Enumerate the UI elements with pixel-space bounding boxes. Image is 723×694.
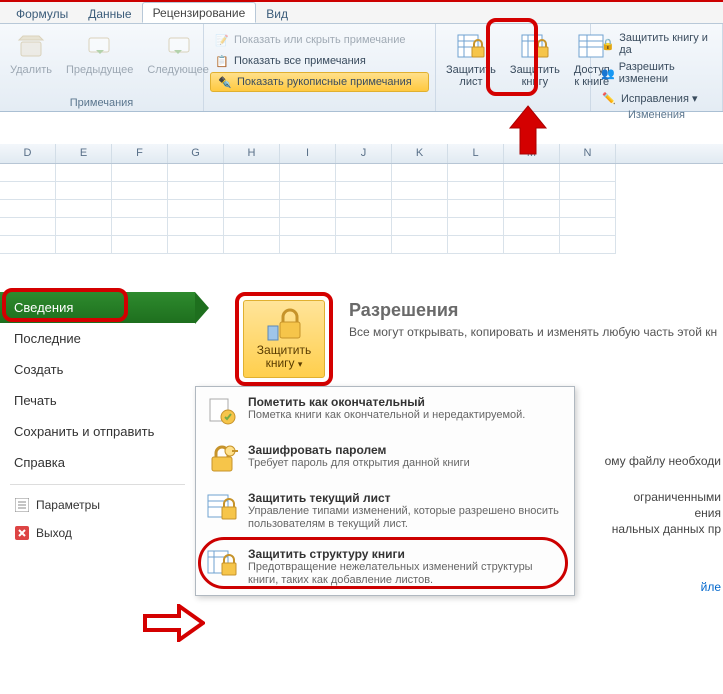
show-all-notes-button[interactable]: 📋 Показать все примечания — [210, 51, 429, 71]
spreadsheet-grid[interactable] — [0, 164, 723, 254]
column-headers: D E F G H I J K L M N — [0, 144, 723, 164]
protect-sheet-icon — [455, 30, 487, 62]
backstage-tab-recent[interactable]: Последние — [0, 323, 195, 354]
col-header[interactable]: D — [0, 144, 56, 163]
tab-formulas[interactable]: Формулы — [6, 4, 78, 23]
tab-review[interactable]: Рецензирование — [142, 2, 257, 23]
col-header[interactable]: K — [392, 144, 448, 163]
tab-data[interactable]: Данные — [78, 4, 141, 23]
callout-arrow-right — [143, 604, 205, 642]
show-ink-notes-button[interactable]: ✒️ Показать рукописные примечания — [210, 72, 429, 92]
side-text-3: ения — [694, 506, 721, 520]
note-icon: 📝 — [214, 32, 230, 48]
prev-comment-button[interactable]: Предыдущее — [62, 28, 137, 78]
show-hide-note-button[interactable]: 📝 Показать или скрыть примечание — [210, 30, 429, 50]
backstage-tab-help[interactable]: Справка — [0, 447, 195, 478]
backstage-exit-button[interactable]: Выход — [0, 519, 195, 547]
group-label-notes: Примечания — [6, 96, 197, 111]
side-text-4: нальных данных пр — [612, 522, 721, 536]
allow-edit-button[interactable]: 👥 Разрешить изменени — [597, 59, 716, 87]
delete-comment-button[interactable]: Удалить — [6, 28, 56, 78]
track-changes-button[interactable]: ✏️ Исправления ▾ — [597, 88, 716, 108]
protect-share-icon: 🔒 — [601, 36, 615, 52]
options-icon — [14, 497, 30, 513]
encrypt-icon — [206, 443, 238, 475]
backstage-tab-save-send[interactable]: Сохранить и отправить — [0, 416, 195, 447]
permissions-desc: Все могут открывать, копировать и изменя… — [349, 325, 717, 339]
delete-icon — [15, 30, 47, 62]
notes-icon: 📋 — [214, 53, 230, 69]
col-header[interactable]: H — [224, 144, 280, 163]
ribbon: Удалить Предыдущее Следующее Примечания … — [0, 24, 723, 112]
callout-protect-book — [486, 18, 538, 96]
callout-protect-dropdown — [235, 292, 333, 386]
backstage: Сведения Последние Создать Печать Сохран… — [0, 292, 723, 694]
col-header[interactable]: G — [168, 144, 224, 163]
ink-icon: ✒️ — [217, 74, 233, 90]
callout-protect-structure — [198, 537, 568, 589]
col-header[interactable]: J — [336, 144, 392, 163]
track-changes-icon: ✏️ — [601, 90, 617, 106]
protect-menu: Пометить как окончательный Пометка книги… — [195, 386, 575, 596]
permissions-title: Разрешения — [349, 300, 717, 321]
backstage-options-button[interactable]: Параметры — [0, 491, 195, 519]
group-label-changes: Изменения — [597, 108, 716, 123]
col-header[interactable]: N — [560, 144, 616, 163]
menu-encrypt-password[interactable]: Зашифровать паролем Требует пароль для о… — [196, 435, 574, 483]
menu-mark-final[interactable]: Пометить как окончательный Пометка книги… — [196, 387, 574, 435]
col-header[interactable]: F — [112, 144, 168, 163]
prev-icon — [84, 30, 116, 62]
callout-info-tab — [2, 288, 128, 322]
menu-protect-structure[interactable]: Защитить структуру книги Предотвращение … — [196, 539, 574, 595]
backstage-tab-new[interactable]: Создать — [0, 354, 195, 385]
col-header[interactable]: I — [280, 144, 336, 163]
side-text-1: ому файлу необходи — [605, 454, 721, 468]
next-comment-button[interactable]: Следующее — [143, 28, 213, 78]
protect-sheet-menu-icon — [206, 491, 238, 523]
allow-edit-icon: 👥 — [601, 65, 615, 81]
menu-protect-sheet[interactable]: Защитить текущий лист Управление типами … — [196, 483, 574, 539]
col-header[interactable]: E — [56, 144, 112, 163]
col-header[interactable]: L — [448, 144, 504, 163]
ribbon-tabs: Формулы Данные Рецензирование Вид — [0, 2, 723, 24]
next-icon — [162, 30, 194, 62]
side-text-link[interactable]: йле — [701, 580, 721, 594]
tab-view[interactable]: Вид — [256, 4, 298, 23]
backstage-main: Защитить книгу ▾ Разрешения Все могут от… — [195, 292, 723, 694]
callout-arrow-up — [508, 104, 548, 162]
side-text-2: ограниченными — [634, 490, 722, 504]
backstage-tab-print[interactable]: Печать — [0, 385, 195, 416]
exit-icon — [14, 525, 30, 541]
protect-share-button[interactable]: 🔒 Защитить книгу и да — [597, 30, 716, 58]
mark-final-icon — [206, 395, 238, 427]
